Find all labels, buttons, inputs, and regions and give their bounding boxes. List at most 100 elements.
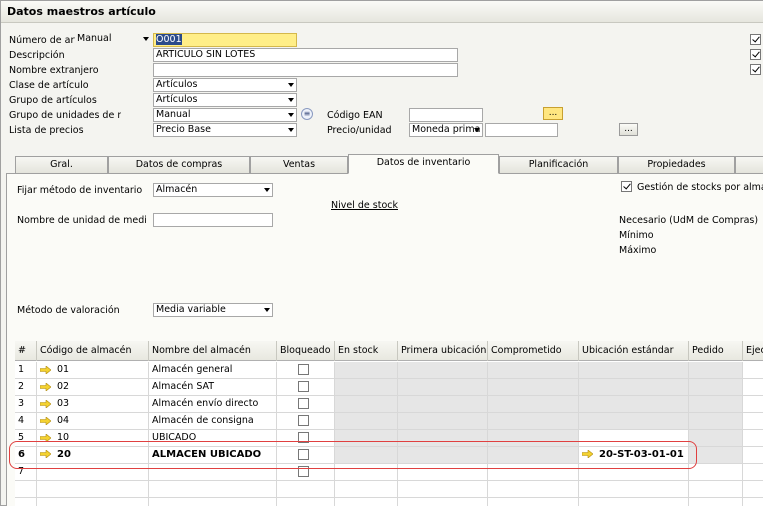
table-row[interactable] xyxy=(15,481,763,498)
table-row[interactable]: 5 10 UBICADO xyxy=(15,430,763,447)
tab-properties[interactable]: Propiedades xyxy=(618,156,735,173)
warehouse-code-cell[interactable]: 03 xyxy=(37,396,149,412)
grid-cell[interactable] xyxy=(488,498,579,506)
grid-cell[interactable] xyxy=(579,396,689,412)
grid-cell[interactable] xyxy=(743,481,763,497)
info-icon[interactable]: ≡ xyxy=(301,108,313,120)
locked-checkbox[interactable] xyxy=(298,364,309,375)
grid-cell[interactable] xyxy=(37,464,149,480)
grid-cell[interactable] xyxy=(488,362,579,378)
grid-cell[interactable] xyxy=(149,481,277,497)
grid-cell[interactable] xyxy=(579,362,689,378)
link-arrow-icon[interactable] xyxy=(40,399,51,408)
col-header-executed[interactable]: Ejec xyxy=(743,341,763,361)
table-row[interactable]: 2 02 Almacén SAT xyxy=(15,379,763,396)
grid-cell[interactable] xyxy=(689,447,743,463)
grid-cell[interactable] xyxy=(488,447,579,463)
valuation-method-dropdown[interactable]: Media variable xyxy=(153,303,273,317)
grid-cell[interactable] xyxy=(15,498,37,506)
foreign-name-input[interactable] xyxy=(153,63,458,77)
col-header-first-bin[interactable]: Primera ubicación xyxy=(398,341,488,361)
grid-cell[interactable] xyxy=(398,498,488,506)
warehouse-name-cell[interactable] xyxy=(149,464,277,480)
item-number-series-dropdown[interactable]: Manual xyxy=(75,33,151,47)
grid-cell[interactable] xyxy=(689,379,743,395)
table-row[interactable]: 1 01 Almacén general xyxy=(15,362,763,379)
link-arrow-icon[interactable] xyxy=(40,433,51,442)
grid-cell[interactable] xyxy=(743,464,763,480)
table-row[interactable] xyxy=(15,498,763,506)
locked-cell[interactable] xyxy=(277,447,335,463)
grid-cell[interactable] xyxy=(743,396,763,412)
grid-cell[interactable] xyxy=(689,430,743,446)
grid-cell[interactable] xyxy=(398,447,488,463)
inventory-method-dropdown[interactable]: Almacén xyxy=(153,183,273,197)
grid-cell[interactable] xyxy=(579,379,689,395)
grid-cell[interactable] xyxy=(398,481,488,497)
grid-cell[interactable] xyxy=(335,430,398,446)
locked-checkbox[interactable] xyxy=(298,415,309,426)
link-arrow-icon[interactable] xyxy=(40,416,51,425)
grid-cell[interactable] xyxy=(488,379,579,395)
link-arrow-icon[interactable] xyxy=(40,365,51,374)
warehouse-name-cell[interactable]: Almacén SAT xyxy=(149,379,277,395)
locked-cell[interactable] xyxy=(277,413,335,429)
warehouse-name-cell[interactable]: UBICADO xyxy=(149,430,277,446)
grid-cell[interactable] xyxy=(335,447,398,463)
grid-cell[interactable] xyxy=(488,481,579,497)
grid-cell[interactable] xyxy=(743,379,763,395)
table-row[interactable]: 4 04 Almacén de consigna xyxy=(15,413,763,430)
grid-cell[interactable] xyxy=(488,396,579,412)
locked-cell[interactable] xyxy=(277,362,335,378)
col-header-ordered[interactable]: Pedido xyxy=(689,341,743,361)
grid-cell[interactable] xyxy=(579,498,689,506)
unit-price-input[interactable] xyxy=(485,123,558,137)
sales-item-checkbox[interactable] xyxy=(750,49,761,60)
grid-cell[interactable] xyxy=(689,413,743,429)
grid-cell[interactable] xyxy=(689,481,743,497)
warehouse-name-cell[interactable]: ALMACEN UBICADO xyxy=(149,447,277,463)
grid-cell[interactable] xyxy=(689,498,743,506)
inventory-item-checkbox[interactable] xyxy=(750,34,761,45)
item-number-input[interactable]: O001 xyxy=(153,33,297,47)
col-header-warehouse-code[interactable]: Código de almacén xyxy=(37,341,149,361)
grid-cell[interactable] xyxy=(579,481,689,497)
item-group-dropdown[interactable]: Artículos xyxy=(153,93,297,107)
locked-checkbox[interactable] xyxy=(298,398,309,409)
grid-cell[interactable] xyxy=(149,498,277,506)
col-header-in-stock[interactable]: En stock xyxy=(335,341,398,361)
link-arrow-icon[interactable] xyxy=(40,382,51,391)
col-header-num[interactable]: # xyxy=(15,341,37,361)
ean-code-input[interactable] xyxy=(409,108,483,122)
grid-cell[interactable] xyxy=(335,379,398,395)
grid-cell[interactable] xyxy=(398,379,488,395)
table-row[interactable]: 6 20 ALMACEN UBICADO 20-ST-03-01-01 xyxy=(15,447,763,464)
grid-cell[interactable] xyxy=(689,362,743,378)
warehouse-code-cell[interactable]: 02 xyxy=(37,379,149,395)
grid-cell[interactable] xyxy=(335,481,398,497)
locked-checkbox[interactable] xyxy=(298,449,309,460)
locked-cell[interactable] xyxy=(277,379,335,395)
grid-cell[interactable] xyxy=(335,464,398,480)
manage-stock-by-warehouse-checkbox[interactable] xyxy=(621,181,632,192)
grid-cell[interactable] xyxy=(488,430,579,446)
table-row[interactable]: 7 xyxy=(15,464,763,481)
grid-cell[interactable] xyxy=(579,464,689,480)
grid-cell[interactable] xyxy=(743,362,763,378)
link-arrow-icon[interactable] xyxy=(582,450,593,458)
link-arrow-icon[interactable] xyxy=(40,450,51,458)
locked-checkbox[interactable] xyxy=(298,466,309,477)
col-header-warehouse-name[interactable]: Nombre del almacén xyxy=(149,341,277,361)
price-lookup-button[interactable]: ... xyxy=(619,123,638,136)
col-header-committed[interactable]: Comprometido xyxy=(488,341,579,361)
tab-purchasing[interactable]: Datos de compras xyxy=(108,156,250,173)
grid-cell[interactable] xyxy=(335,413,398,429)
grid-cell[interactable] xyxy=(579,413,689,429)
tab-planning[interactable]: Planificación xyxy=(499,156,618,173)
tab-inventory[interactable]: Datos de inventario xyxy=(348,154,499,174)
currency-dropdown[interactable]: Moneda prima xyxy=(409,123,483,137)
warehouse-name-cell[interactable]: Almacén de consigna xyxy=(149,413,277,429)
grid-cell[interactable] xyxy=(398,396,488,412)
grid-cell[interactable] xyxy=(37,481,149,497)
uom-name-input[interactable] xyxy=(153,213,273,227)
